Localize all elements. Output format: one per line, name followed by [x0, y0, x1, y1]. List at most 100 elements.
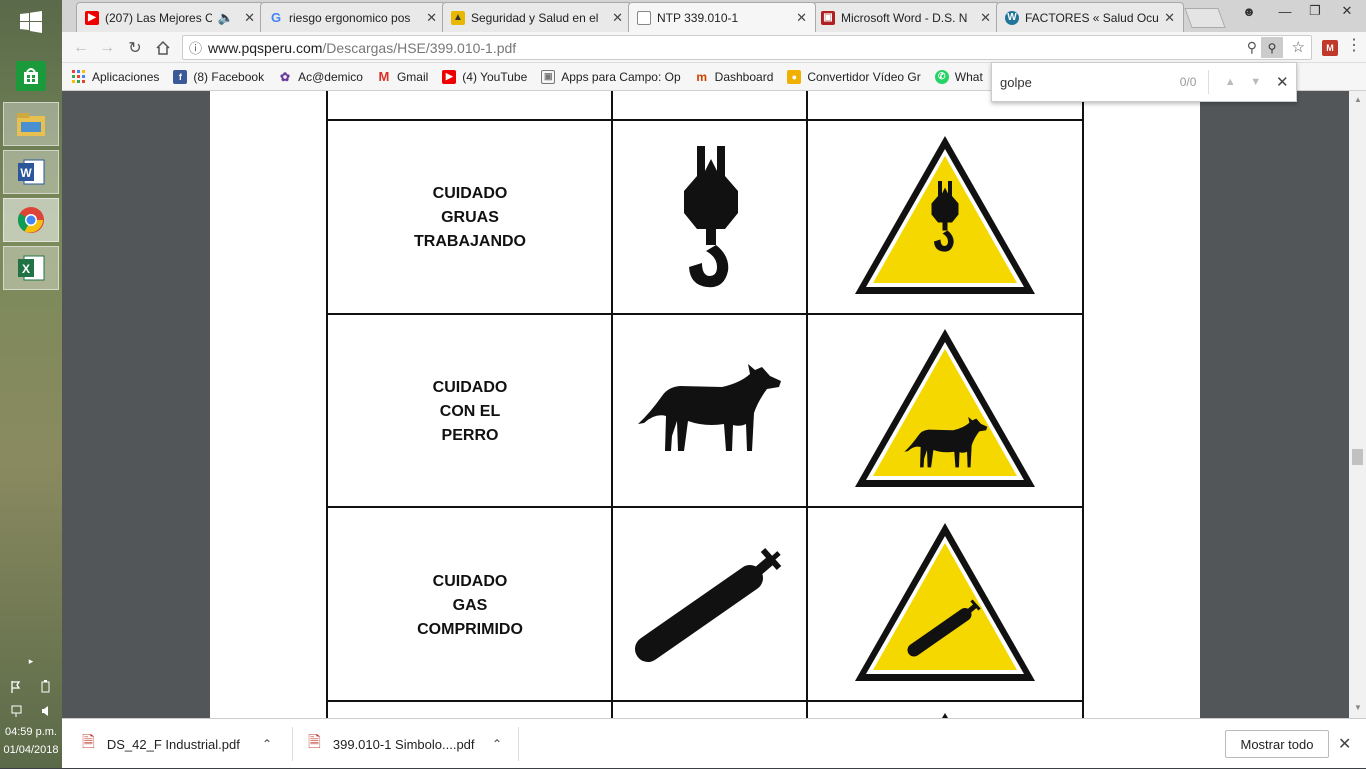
bookmark-apps-campo[interactable]: ▣ Apps para Campo: Op	[541, 69, 681, 84]
download-item-399[interactable]: 🗎 399.010-1 Simbolo....pdf ⌃	[308, 719, 518, 769]
chrome-window: ▶ (207) Las Mejores Ca 🔈 ✕ G riesgo ergo…	[62, 0, 1366, 768]
find-previous-button[interactable]: ▲	[1217, 76, 1243, 88]
row2-line1: CUIDADO	[433, 379, 508, 396]
row1-line1: CUIDADO	[433, 185, 508, 202]
tab-factores[interactable]: W FACTORES « Salud Ocu ✕	[996, 2, 1184, 32]
close-downloads-button[interactable]: ✕	[1338, 734, 1351, 754]
restore-button[interactable]: ❐	[1300, 0, 1330, 22]
forward-button[interactable]: →	[96, 37, 118, 59]
bookmark-star-icon[interactable]: ☆	[1292, 38, 1305, 56]
find-count: 0/0	[1179, 75, 1197, 89]
close-window-button[interactable]: ✕	[1332, 0, 1362, 22]
tab-close-icon[interactable]: ✕	[426, 10, 437, 26]
speaker-icon[interactable]: 🔈	[218, 10, 234, 26]
windows-start-icon[interactable]	[3, 0, 59, 44]
document-icon	[637, 10, 651, 25]
tray-network-icon[interactable]	[0, 704, 62, 721]
url-domain: www.pqsperu.com	[208, 39, 323, 56]
find-divider	[1208, 70, 1210, 94]
file-explorer-icon[interactable]	[3, 102, 59, 146]
scroll-up-arrow[interactable]: ▲	[1354, 95, 1362, 104]
bookmark-convertidor[interactable]: ● Convertidor Vídeo Gr	[787, 69, 921, 84]
vertical-scrollbar[interactable]: ▲ ▼	[1349, 91, 1366, 718]
tab-close-icon[interactable]: ✕	[244, 10, 255, 26]
clock-date: 01/04/2018	[3, 744, 59, 756]
crane-warning-sign	[855, 136, 1035, 294]
bookmark-youtube[interactable]: ▶ (4) YouTube	[442, 69, 527, 84]
home-button[interactable]	[152, 37, 174, 59]
word-icon[interactable]: W	[3, 150, 59, 194]
profile-icon[interactable]: ☻	[1234, 0, 1264, 22]
find-input[interactable]: golpe	[1000, 75, 1167, 90]
download-options-chevron-icon[interactable]: ⌃	[262, 737, 272, 751]
url-path: /Descargas/HSE/399.010-1.pdf	[322, 39, 517, 56]
pdf-file-icon: 🗎	[308, 733, 321, 751]
tab-seguridad[interactable]: ▲ Seguridad y Salud en el ✕	[442, 2, 632, 32]
windows-taskbar: W X ▸ 04:59 p.m. 01/04/2018	[0, 0, 62, 768]
scroll-down-arrow[interactable]: ▼	[1354, 703, 1362, 712]
row3-line3: COMPRIMIDO	[417, 621, 523, 638]
tab-strip: ▶ (207) Las Mejores Ca 🔈 ✕ G riesgo ergo…	[62, 0, 1366, 32]
tab-ntp-pdf[interactable]: NTP 339.010-1 ✕	[628, 2, 816, 32]
download-options-chevron-icon[interactable]: ⌃	[492, 737, 502, 751]
bookmark-facebook[interactable]: f (8) Facebook	[173, 69, 264, 84]
svg-text:X: X	[22, 262, 30, 276]
find-bar: golpe 0/0 ▲ ▼ ✕	[991, 62, 1297, 102]
back-button[interactable]: ←	[70, 37, 92, 59]
chrome-icon[interactable]	[3, 198, 59, 242]
scrollbar-thumb[interactable]	[1352, 449, 1363, 465]
pdf-page: CUIDADO GRUAS TRABAJANDO CUIDADO CON EL …	[210, 91, 1200, 718]
facebook-icon: f	[173, 69, 188, 84]
pdf-file-icon: 🗎	[82, 733, 95, 751]
gas-warning-sign	[855, 523, 1035, 681]
downloads-shelf: 🗎 DS_42_F Industrial.pdf ⌃ 🗎 399.010-1 S…	[62, 718, 1366, 768]
store-icon[interactable]	[3, 54, 59, 98]
bookmark-aplicaciones[interactable]: Aplicaciones	[72, 69, 159, 84]
download-divider	[518, 727, 519, 761]
row1-line2: GRUAS	[441, 209, 499, 226]
gas-cylinder-icon	[635, 548, 782, 662]
find-close-button[interactable]: ✕	[1268, 73, 1296, 91]
bookmark-gmail[interactable]: M Gmail	[377, 69, 429, 84]
safety-signs-table: CUIDADO GRUAS TRABAJANDO CUIDADO CON EL …	[326, 91, 1084, 718]
new-tab-button[interactable]	[1184, 8, 1226, 28]
tab-word-doc[interactable]: ▣ Microsoft Word - D.S. N ✕	[812, 2, 1000, 32]
wordpress-icon: W	[1005, 10, 1019, 25]
chrome-menu-icon[interactable]: ⋮	[1346, 38, 1362, 54]
download-divider	[292, 727, 293, 761]
row3-line1: CUIDADO	[433, 573, 508, 590]
find-next-button[interactable]: ▼	[1243, 76, 1269, 88]
tab-youtube[interactable]: ▶ (207) Las Mejores Ca 🔈 ✕	[76, 2, 264, 32]
tab-google-search[interactable]: G riesgo ergonomico pos ✕	[260, 2, 446, 32]
gmail-icon: M	[378, 69, 390, 84]
row1-line3: TRABAJANDO	[414, 233, 526, 250]
reload-button[interactable]: ↻	[124, 37, 146, 59]
bookmark-dashboard[interactable]: m Dashboard	[695, 69, 773, 84]
academic-icon: ✿	[280, 69, 291, 84]
find-in-page-icon[interactable]: ⚲	[1261, 37, 1283, 58]
download-item-ds42[interactable]: 🗎 DS_42_F Industrial.pdf ⌃	[82, 719, 292, 769]
apps-grid-icon	[72, 69, 86, 84]
tray-flag-icon[interactable]	[0, 680, 62, 697]
zoom-icon[interactable]: ⚲	[1247, 39, 1257, 56]
bookmark-academico[interactable]: ✿ Ac@demico	[278, 70, 363, 84]
dog-icon	[638, 364, 781, 451]
address-bar[interactable]: ⓘ www.pqsperu.com/Descargas/HSE/399.010-…	[182, 35, 1312, 60]
bookmark-whatsapp[interactable]: ✆ What	[934, 69, 983, 84]
tab-close-icon[interactable]: ✕	[796, 10, 807, 26]
extension-icon[interactable]: M	[1322, 40, 1338, 56]
tab-close-icon[interactable]: ✕	[612, 10, 623, 26]
show-all-downloads-button[interactable]: Mostrar todo	[1225, 730, 1329, 758]
excel-icon[interactable]: X	[3, 246, 59, 290]
svg-text:W: W	[20, 166, 32, 180]
row2-line2: CON EL	[440, 403, 501, 420]
clock-time: 04:59 p.m.	[5, 726, 57, 738]
helmet-icon: ▲	[451, 10, 465, 25]
converter-icon: ●	[787, 69, 802, 84]
minimize-button[interactable]: —	[1270, 0, 1300, 22]
dashboard-icon: m	[696, 69, 707, 84]
tab-close-icon[interactable]: ✕	[1164, 10, 1175, 26]
tray-expand-icon[interactable]: ▸	[0, 656, 62, 667]
tab-close-icon[interactable]: ✕	[980, 10, 991, 26]
info-icon[interactable]: ⓘ	[189, 38, 202, 57]
